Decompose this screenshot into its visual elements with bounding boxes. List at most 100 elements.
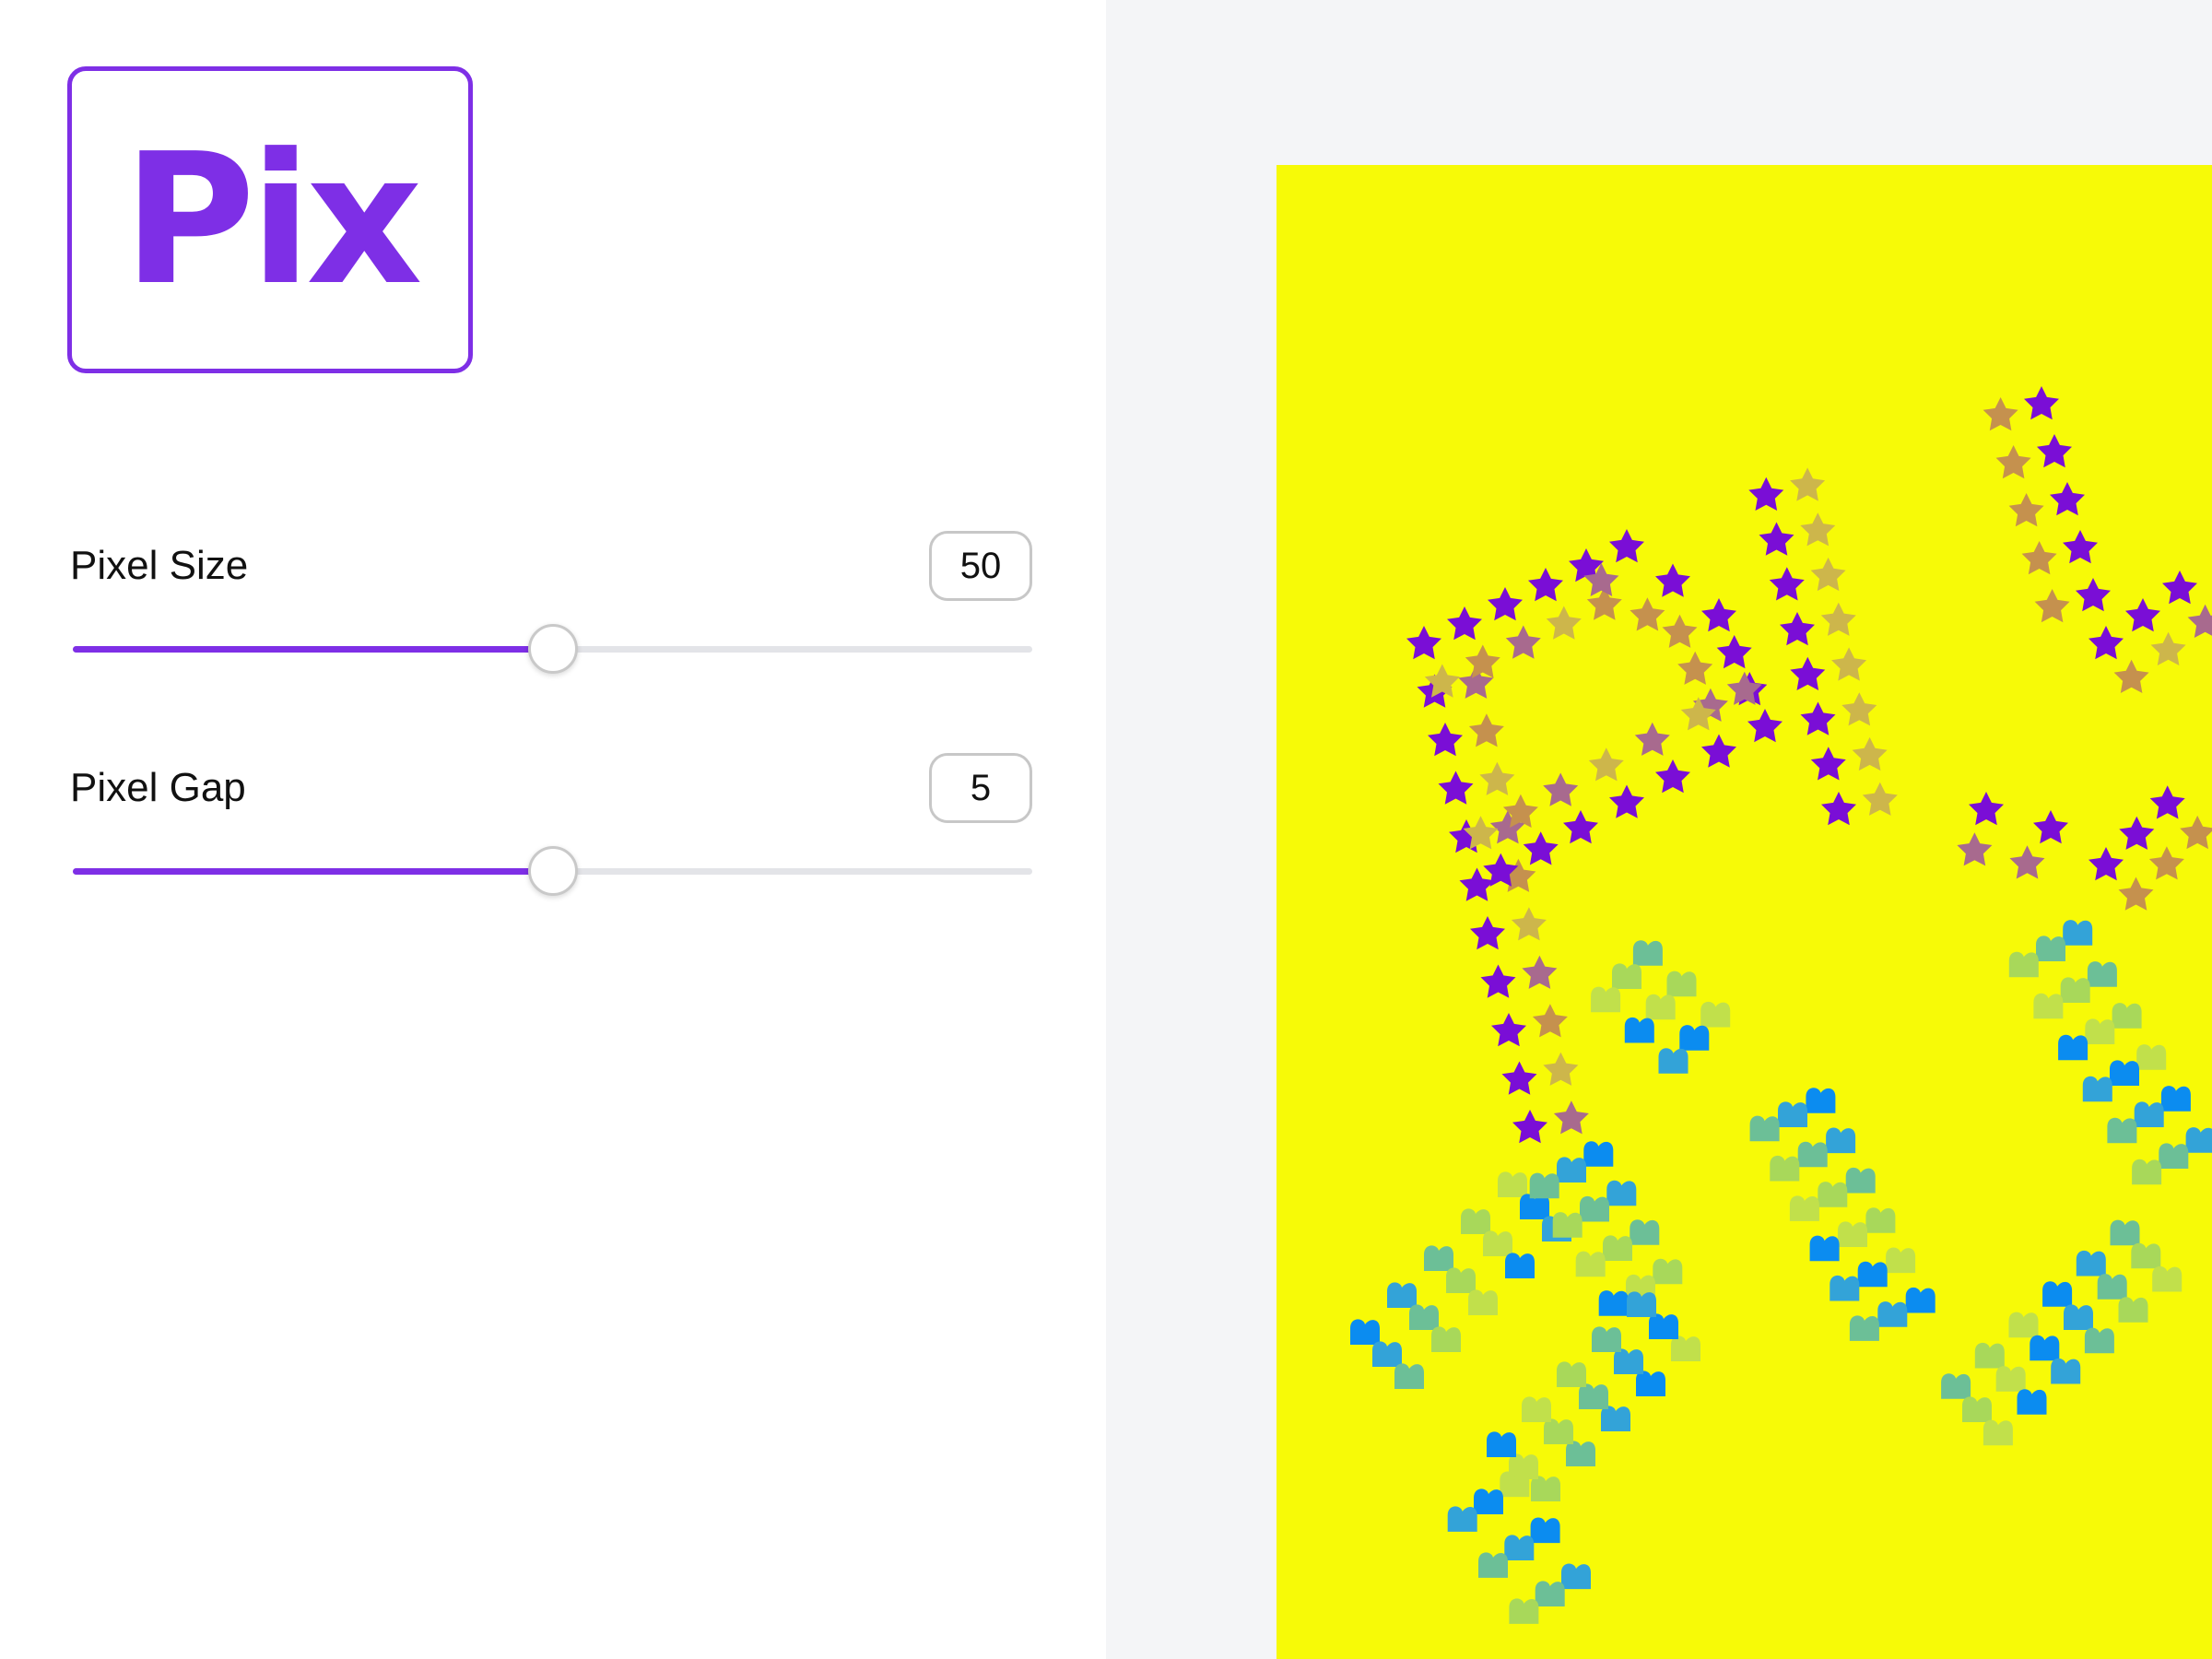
heart-pixel xyxy=(1580,1195,1609,1222)
heart-pixel xyxy=(1487,1431,1516,1457)
heart-pixel xyxy=(1566,1441,1595,1466)
star-pixel xyxy=(2009,845,2045,879)
heart-pixel xyxy=(2185,1127,2212,1153)
heart-pixel xyxy=(1630,1219,1660,1245)
star-pixel xyxy=(2037,434,2072,468)
star-pixel xyxy=(1543,1052,1579,1086)
heart-pixel xyxy=(2134,1101,2164,1127)
star-pixel xyxy=(1468,713,1504,747)
pixel-gap-slider-fill xyxy=(73,868,553,875)
heart-pixel xyxy=(2110,1219,2140,1246)
heart-pixel xyxy=(2063,920,2093,946)
heart-pixel xyxy=(1544,1418,1573,1444)
heart-pixel xyxy=(1826,1127,1856,1154)
heart-pixel xyxy=(1446,1267,1476,1293)
heart-pixel xyxy=(1865,1207,1896,1233)
heart-pixel xyxy=(1431,1326,1461,1352)
heart-pixel xyxy=(1498,1171,1527,1197)
heart-pixel xyxy=(1575,1251,1606,1277)
heart-pixel xyxy=(1962,1396,1992,1422)
heart-pixel xyxy=(1409,1304,1439,1330)
star-pixel xyxy=(1810,747,1846,781)
pixel-gap-label: Pixel Gap xyxy=(70,765,246,810)
star-pixel xyxy=(1841,692,1877,726)
heart-pixel xyxy=(1806,1088,1836,1113)
heart-pixel xyxy=(1530,1517,1560,1544)
heart-pixel xyxy=(1557,1361,1586,1387)
heart-pixel xyxy=(1818,1182,1848,1207)
heart-pixel xyxy=(1535,1581,1565,1606)
heart-pixel xyxy=(1529,1172,1559,1199)
heart-pixel xyxy=(2160,1086,2191,1112)
pixel-gap-input[interactable]: 5 xyxy=(929,753,1032,823)
heart-pixel xyxy=(1749,1115,1780,1142)
star-pixel xyxy=(2119,816,2155,850)
pixel-gap-slider-thumb[interactable] xyxy=(528,846,578,896)
heart-pixel xyxy=(2064,1304,2093,1330)
heart-pixel xyxy=(2008,951,2039,978)
star-pixel xyxy=(2149,785,2185,819)
heart-pixel xyxy=(1671,1335,1700,1361)
star-pixel xyxy=(1428,723,1463,757)
star-pixel xyxy=(2088,626,2124,660)
star-pixel xyxy=(1655,759,1690,794)
heart-pixel xyxy=(2087,961,2117,987)
heart-pixel xyxy=(1372,1341,1402,1367)
heart-pixel xyxy=(1509,1598,1539,1624)
pixel-size-input[interactable]: 50 xyxy=(929,531,1032,601)
pixel-gap-control: Pixel Gap 5 xyxy=(70,751,1032,935)
star-pixel xyxy=(2125,598,2160,632)
heart-pixel xyxy=(2084,1327,2114,1354)
preview-area xyxy=(1106,0,2212,1659)
star-pixel xyxy=(1780,612,1815,646)
star-pixel xyxy=(1800,701,1836,735)
app-logo: Pix xyxy=(67,66,473,373)
heart-pixel xyxy=(1905,1287,1936,1313)
heart-pixel xyxy=(1591,986,1621,1013)
sidebar: Pix Pixel Size 50 Pixel Gap 5 xyxy=(0,0,1106,1659)
heart-pixel xyxy=(1424,1245,1453,1271)
heart-pixel xyxy=(1632,940,1663,966)
heart-pixel xyxy=(1505,1253,1535,1278)
heart-pixel xyxy=(1592,1326,1621,1352)
heart-pixel xyxy=(1483,1230,1512,1256)
heart-pixel xyxy=(1387,1282,1417,1308)
star-pixel xyxy=(1528,568,1563,602)
star-pixel xyxy=(1957,832,1993,866)
heart-pixel xyxy=(2008,1312,2039,1338)
star-pixel xyxy=(1543,772,1579,806)
heart-pixel xyxy=(1700,1001,1731,1028)
star-pixel xyxy=(1821,792,1856,826)
star-pixel xyxy=(1790,656,1826,690)
star-pixel xyxy=(1532,1004,1568,1038)
heart-pixel xyxy=(2033,993,2064,1019)
star-pixel xyxy=(1800,512,1836,547)
heart-pixel xyxy=(1394,1363,1424,1389)
heart-pixel xyxy=(1653,1258,1683,1285)
star-pixel xyxy=(1470,916,1505,950)
star-pixel xyxy=(1447,606,1482,641)
star-pixel xyxy=(1995,445,2031,479)
star-pixel xyxy=(1810,557,1846,592)
heart-pixel xyxy=(1522,1396,1551,1422)
pixel-size-slider-fill xyxy=(73,646,553,653)
star-pixel xyxy=(1609,784,1644,818)
heart-pixel xyxy=(2132,1159,2162,1185)
heart-pixel xyxy=(1649,1313,1678,1339)
heart-pixel xyxy=(2060,977,2090,1003)
pixel-size-slider-thumb[interactable] xyxy=(528,624,578,674)
heart-pixel xyxy=(1531,1476,1560,1501)
star-pixel xyxy=(1438,771,1474,805)
star-pixel xyxy=(1748,477,1784,511)
star-pixel xyxy=(1501,1061,1537,1095)
heart-pixel xyxy=(2030,1335,2060,1361)
star-pixel xyxy=(2148,846,2184,880)
heart-pixel xyxy=(1830,1275,1860,1301)
heart-pixel xyxy=(1789,1195,1819,1221)
heart-pixel xyxy=(1474,1488,1503,1514)
star-pixel xyxy=(1512,1110,1547,1144)
heart-pixel xyxy=(2159,1143,2189,1169)
star-pixel xyxy=(2034,589,2070,623)
heart-pixel xyxy=(2107,1117,2137,1144)
star-pixel xyxy=(2113,659,2149,693)
